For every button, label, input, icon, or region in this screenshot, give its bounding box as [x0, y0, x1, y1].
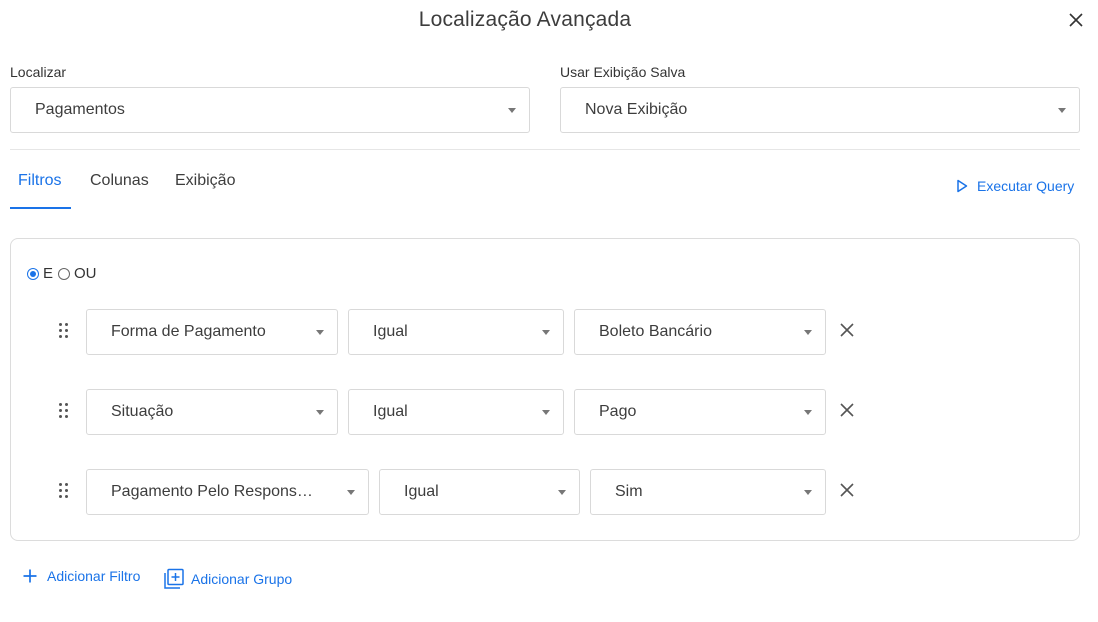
radio-or[interactable] [58, 267, 71, 280]
filter-operator-value: Igual [373, 403, 408, 420]
filter-operator-value: Igual [404, 483, 439, 500]
filter-field-value: Forma de Pagamento [111, 323, 266, 340]
localizar-value: Pagamentos [35, 101, 125, 118]
filter-field-value: Pagamento Pelo Responsável [111, 483, 318, 500]
caret-down-icon [804, 490, 812, 495]
filter-value-value: Sim [615, 483, 643, 500]
caret-down-icon [542, 330, 550, 335]
add-group-button[interactable]: Adicionar Grupo [163, 568, 292, 590]
caret-down-icon [1058, 108, 1066, 113]
filter-operator-select[interactable]: Igual [379, 469, 580, 515]
radio-and-label: E [43, 265, 54, 282]
tab-filtros[interactable]: Filtros [18, 172, 62, 190]
filter-field-select[interactable]: Forma de Pagamento [86, 309, 338, 355]
filter-value-value: Pago [599, 403, 637, 420]
tab-exibicao[interactable]: Exibição [175, 172, 235, 190]
exibicao-salva-label: Usar Exibição Salva [560, 64, 686, 80]
tab-colunas[interactable]: Colunas [90, 172, 149, 190]
filter-value-value: Boleto Bancário [599, 323, 712, 340]
caret-down-icon [316, 330, 324, 335]
exibicao-salva-value: Nova Exibição [585, 101, 688, 118]
drag-handle-icon[interactable] [59, 483, 69, 499]
caret-down-icon [558, 490, 566, 495]
filter-field-value: Situação [111, 403, 174, 420]
add-group-icon [164, 568, 184, 589]
filter-value-select[interactable]: Boleto Bancário [574, 309, 826, 355]
active-tab-indicator [10, 207, 71, 209]
caret-down-icon [316, 410, 324, 415]
remove-filter-icon[interactable] [839, 322, 855, 338]
section-divider [10, 149, 1080, 150]
filter-value-select[interactable]: Pago [574, 389, 826, 435]
add-filter-button[interactable]: Adicionar Filtro [22, 568, 140, 584]
radio-and[interactable] [27, 267, 39, 280]
play-icon [957, 179, 968, 193]
filter-operator-select[interactable]: Igual [348, 309, 564, 355]
caret-down-icon [804, 410, 812, 415]
drag-handle-icon[interactable] [59, 323, 69, 339]
filter-value-select[interactable]: Sim [590, 469, 826, 515]
close-icon[interactable] [1066, 10, 1086, 30]
drag-handle-icon[interactable] [59, 403, 69, 419]
plus-icon [23, 569, 37, 583]
execute-query-button[interactable]: Executar Query [956, 178, 1074, 194]
remove-filter-icon[interactable] [839, 482, 855, 498]
caret-down-icon [804, 330, 812, 335]
add-group-label: Adicionar Grupo [191, 571, 293, 587]
add-filter-label: Adicionar Filtro [47, 568, 141, 584]
remove-filter-icon[interactable] [839, 402, 855, 418]
caret-down-icon [542, 410, 550, 415]
radio-or-label: OU [74, 265, 97, 282]
filter-operator-value: Igual [373, 323, 408, 340]
dialog-title: Localização Avançada [418, 8, 632, 31]
caret-down-icon [347, 490, 355, 495]
caret-down-icon [508, 108, 516, 113]
filter-field-select[interactable]: Pagamento Pelo Responsável [86, 469, 369, 515]
localizar-select[interactable]: Pagamentos [10, 87, 530, 133]
filter-field-select[interactable]: Situação [86, 389, 338, 435]
filter-operator-select[interactable]: Igual [348, 389, 564, 435]
execute-query-label: Executar Query [977, 178, 1075, 194]
exibicao-salva-select[interactable]: Nova Exibição [560, 87, 1080, 133]
localizar-label: Localizar [10, 64, 67, 80]
logic-selector: E OU [27, 265, 97, 282]
